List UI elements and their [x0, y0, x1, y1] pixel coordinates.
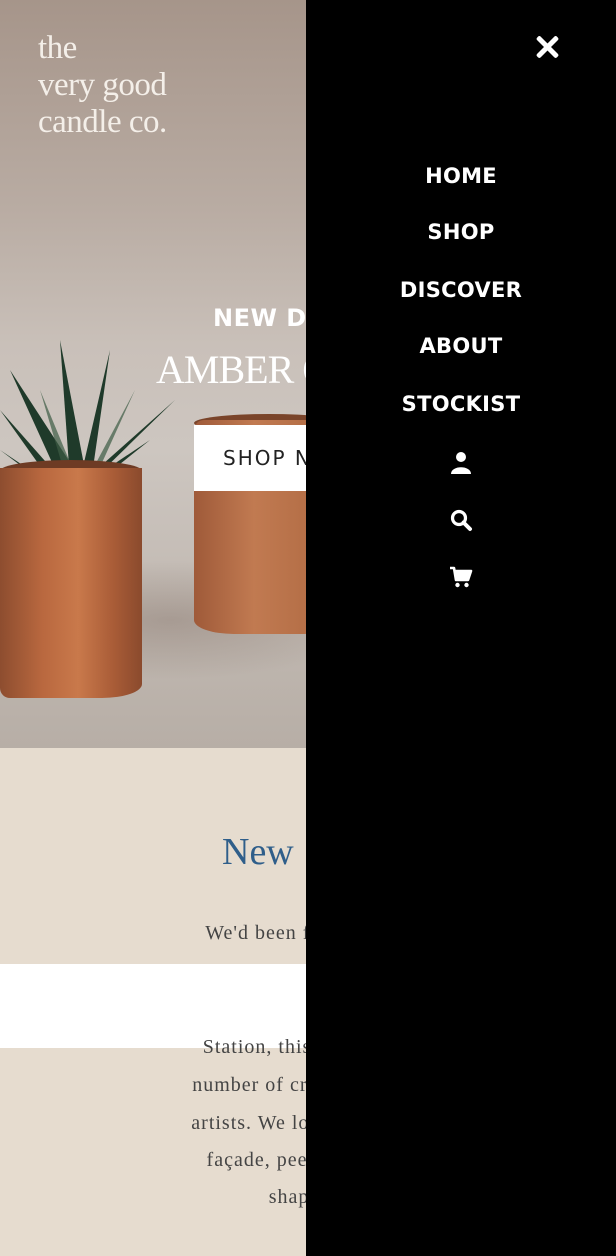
nav-item-stockist[interactable]: STOCKIST: [306, 392, 616, 416]
logo-line: very good: [38, 67, 167, 103]
logo-line: candle co.: [38, 104, 167, 140]
nav-item-discover[interactable]: DISCOVER: [306, 278, 616, 302]
nav-item-about[interactable]: ABOUT: [306, 334, 616, 358]
hero-subtitle: NEW D: [213, 304, 307, 332]
user-icon[interactable]: [449, 450, 473, 474]
cart-icon[interactable]: [449, 565, 473, 589]
brand-logo[interactable]: the very good candle co.: [38, 30, 167, 141]
nav-item-home[interactable]: HOME: [306, 164, 616, 188]
nav-item-shop[interactable]: SHOP: [306, 220, 616, 244]
search-icon[interactable]: [449, 508, 473, 532]
terracotta-pot-left: [0, 468, 142, 698]
logo-line: the: [38, 30, 77, 66]
close-icon[interactable]: [532, 32, 562, 62]
section-title: New: [222, 831, 294, 873]
nav-drawer: [306, 0, 616, 1256]
hero-title: AMBER C: [156, 347, 329, 392]
